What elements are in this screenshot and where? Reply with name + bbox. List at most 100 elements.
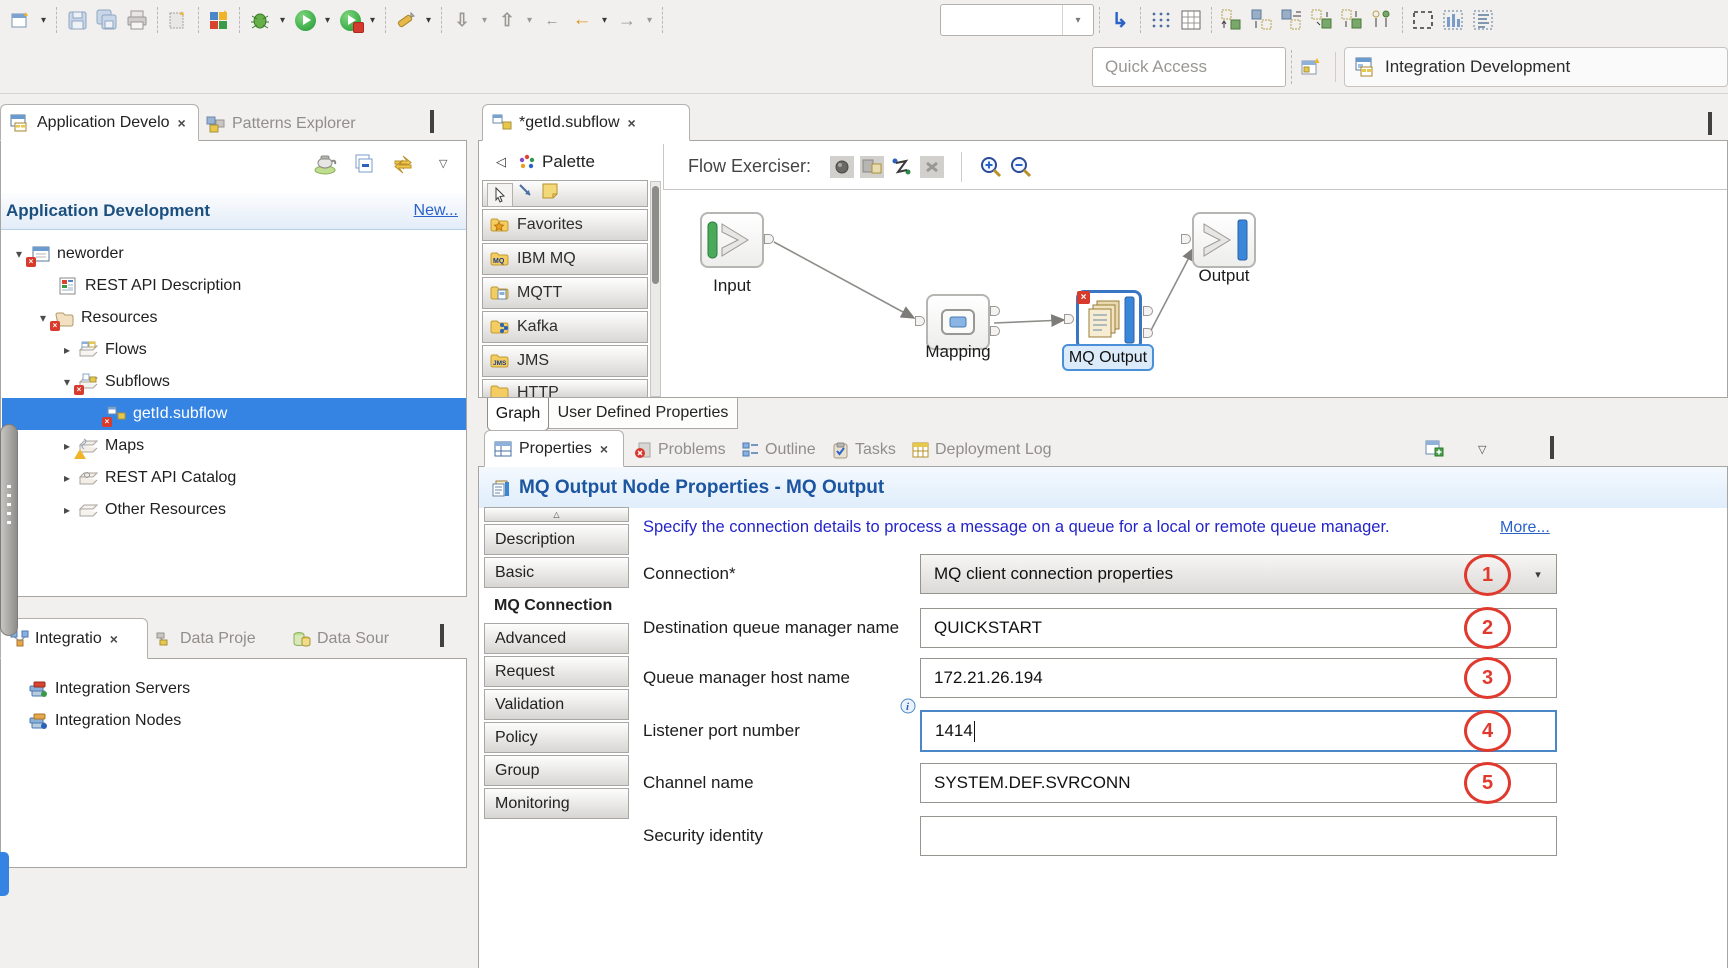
forward-icon[interactable]: → bbox=[614, 7, 640, 33]
save-all-icon[interactable] bbox=[94, 7, 120, 33]
tree-item-integration-servers[interactable]: Integration Servers bbox=[2, 673, 462, 705]
queue-manager-host-input[interactable]: 172.21.26.194 bbox=[920, 658, 1557, 698]
highlighter-icon[interactable] bbox=[393, 7, 419, 33]
more-link[interactable]: More... bbox=[1500, 519, 1550, 537]
collapse-all-icon[interactable] bbox=[353, 153, 375, 180]
tree-item-subflows[interactable]: ▾ × Subflows bbox=[2, 366, 466, 398]
new-artifact-icon[interactable] bbox=[165, 7, 191, 33]
run-icon[interactable] bbox=[292, 7, 318, 33]
tree-item-integration-nodes[interactable]: Integration Nodes bbox=[2, 705, 462, 737]
maximize-view-icon[interactable] bbox=[1550, 440, 1554, 458]
tree-item-resources[interactable]: ▾ × Resources bbox=[2, 302, 466, 334]
output-terminal[interactable] bbox=[764, 234, 774, 244]
highlight-path-icon[interactable] bbox=[889, 154, 915, 180]
close-icon[interactable]: × bbox=[600, 441, 608, 457]
export-icon[interactable]: ⇧ bbox=[494, 7, 520, 33]
import-dropdown-icon[interactable]: ▾ bbox=[478, 15, 491, 26]
import-icon[interactable]: ⇩ bbox=[449, 7, 475, 33]
run-dropdown-icon[interactable]: ▾ bbox=[321, 15, 334, 26]
tree-item-flows[interactable]: ▸ Flows bbox=[2, 334, 466, 366]
tab-user-defined-properties[interactable]: User Defined Properties bbox=[548, 398, 738, 429]
side-tab-basic[interactable]: Basic bbox=[484, 557, 629, 588]
route-icon[interactable]: ↳ bbox=[1107, 7, 1133, 33]
tab-patterns-explorer[interactable]: Patterns Explorer bbox=[206, 110, 356, 138]
outline-list-icon[interactable] bbox=[1470, 7, 1496, 33]
channel-name-input[interactable]: SYSTEM.DEF.SVRCONN bbox=[920, 763, 1557, 803]
align-left-icon[interactable] bbox=[1219, 7, 1245, 33]
tab-integration[interactable]: Integratio × bbox=[0, 618, 148, 659]
highlighter-dropdown-icon[interactable]: ▾ bbox=[422, 15, 435, 26]
deploy-icon[interactable] bbox=[313, 153, 337, 180]
palette-category-jms[interactable]: JMS JMS bbox=[482, 345, 648, 377]
output-terminal[interactable] bbox=[990, 326, 1000, 336]
tree-item-getid-subflow[interactable]: × getId.subflow bbox=[2, 398, 466, 430]
palette-category-kafka[interactable]: Kafka bbox=[482, 311, 648, 343]
side-tab-mq-connection[interactable]: MQ Connection bbox=[484, 590, 629, 621]
profile-icon[interactable] bbox=[337, 7, 363, 33]
output-terminal[interactable] bbox=[990, 306, 1000, 316]
tab-data-sources[interactable]: Data Sour bbox=[292, 626, 389, 652]
view-menu-icon[interactable]: ▽ bbox=[439, 157, 447, 170]
align-bottom-icon[interactable] bbox=[1369, 7, 1395, 33]
quick-access[interactable] bbox=[1092, 47, 1286, 87]
selection-tool-icon[interactable] bbox=[487, 183, 513, 207]
view-menu-icon[interactable]: ▽ bbox=[1478, 443, 1486, 456]
zoom-out-icon[interactable] bbox=[1008, 154, 1034, 180]
minimized-view-trim[interactable] bbox=[0, 424, 18, 636]
maximize-panel-icon[interactable] bbox=[430, 114, 434, 132]
link-with-editor-icon[interactable] bbox=[391, 153, 415, 180]
connection-tool-icon[interactable] bbox=[517, 182, 535, 205]
output-terminal[interactable] bbox=[1143, 328, 1153, 338]
profile-dropdown-icon[interactable]: ▾ bbox=[366, 15, 379, 26]
note-tool-icon[interactable] bbox=[541, 182, 561, 205]
flow-node-output[interactable] bbox=[1192, 212, 1256, 268]
save-icon[interactable] bbox=[64, 7, 90, 33]
flow-node-label-selected[interactable]: MQ Output bbox=[1062, 344, 1154, 371]
input-terminal[interactable] bbox=[915, 316, 925, 326]
connection-dropdown[interactable]: MQ client connection properties ▾ bbox=[920, 554, 1557, 594]
print-icon[interactable] bbox=[124, 7, 150, 33]
expand-icon[interactable]: ▸ bbox=[56, 343, 78, 357]
back-icon[interactable]: ← bbox=[569, 7, 595, 33]
tab-outline[interactable]: Outline bbox=[742, 438, 816, 462]
tree-item-rest-api-description[interactable]: REST API Description bbox=[2, 270, 466, 302]
back-dropdown-icon[interactable]: ▾ bbox=[598, 15, 611, 26]
open-perspective-icon[interactable] bbox=[1299, 54, 1325, 80]
tab-application-development[interactable]: Application Develo × bbox=[0, 104, 199, 141]
zoom-level-combo[interactable]: ▾ bbox=[940, 4, 1094, 36]
palette-category-favorites[interactable]: Favorites bbox=[482, 209, 648, 241]
side-tab-request[interactable]: Request bbox=[484, 656, 629, 687]
output-terminal[interactable] bbox=[1143, 306, 1153, 316]
tab-editor-getid-subflow[interactable]: *getId.subflow × bbox=[482, 104, 690, 141]
dropdown-arrow-icon[interactable]: ▾ bbox=[1520, 555, 1556, 593]
close-icon[interactable]: × bbox=[628, 115, 636, 131]
tree-item-other-resources[interactable]: ▸ Other Resources bbox=[2, 494, 466, 526]
snap-grid-icon[interactable] bbox=[1148, 7, 1174, 33]
new-dropdown-icon[interactable]: ▾ bbox=[37, 15, 50, 26]
maximize-panel-icon[interactable] bbox=[440, 628, 444, 646]
tab-tasks[interactable]: Tasks bbox=[832, 438, 896, 462]
palette-category-http[interactable]: HTTP bbox=[482, 379, 648, 398]
palette-category-ibm-mq[interactable]: MQ IBM MQ bbox=[482, 243, 648, 275]
maximize-editor-icon[interactable] bbox=[1708, 116, 1712, 134]
debug-icon[interactable] bbox=[247, 7, 273, 33]
tab-data-projects[interactable]: Data Proje bbox=[156, 626, 256, 652]
close-icon[interactable]: × bbox=[110, 631, 118, 647]
listener-port-input[interactable]: 1414 bbox=[920, 710, 1557, 752]
flow-node-input[interactable] bbox=[700, 212, 764, 268]
expand-icon[interactable]: ▸ bbox=[56, 503, 78, 517]
collapse-palette-icon[interactable]: ◁ bbox=[496, 154, 506, 170]
align-right-icon[interactable] bbox=[1279, 7, 1305, 33]
destination-queue-manager-input[interactable]: QUICKSTART bbox=[920, 608, 1557, 648]
input-terminal[interactable] bbox=[1181, 234, 1191, 244]
new-flow-icon[interactable] bbox=[8, 7, 34, 33]
palette-header[interactable]: ◁ Palette bbox=[482, 144, 648, 180]
tab-graph[interactable]: Graph bbox=[487, 398, 549, 431]
export-dropdown-icon[interactable]: ▾ bbox=[523, 15, 536, 26]
new-link[interactable]: New... bbox=[414, 202, 458, 220]
palette-category-mqtt[interactable]: MQTT bbox=[482, 277, 648, 309]
tree-item-maps[interactable]: ▸ Maps bbox=[2, 430, 466, 462]
side-tab-monitoring[interactable]: Monitoring bbox=[484, 788, 629, 819]
last-edit-location-icon[interactable]: ← bbox=[539, 7, 565, 33]
side-tab-advanced[interactable]: Advanced bbox=[484, 623, 629, 654]
